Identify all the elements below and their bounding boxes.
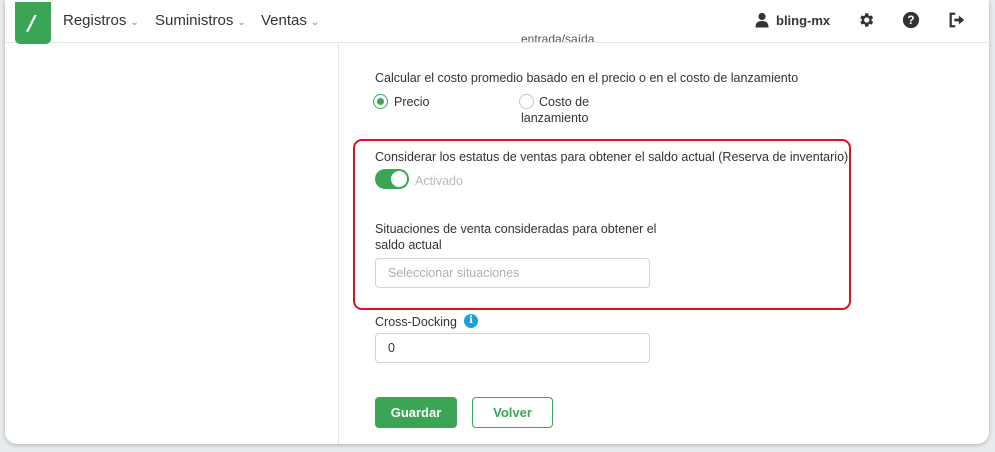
user-icon[interactable]	[755, 12, 769, 28]
nav-item-suministros[interactable]: Suministros ⌄	[155, 12, 246, 29]
situations-label-line2: saldo actual	[375, 238, 442, 252]
sales-status-toggle[interactable]	[375, 169, 409, 189]
username[interactable]: bling-mx	[776, 13, 830, 28]
svg-text:?: ?	[907, 14, 914, 27]
chevron-down-icon: ⌄	[130, 17, 139, 28]
sidebar-divider	[338, 42, 339, 444]
cross-docking-input[interactable]	[375, 333, 650, 363]
help-icon[interactable]: ?	[902, 11, 920, 29]
situations-select[interactable]	[375, 258, 650, 288]
app-window: / Registros ⌄ Suministros ⌄ Ventas ⌄ bling-…	[5, 0, 989, 444]
chevron-down-icon: ⌄	[237, 17, 246, 28]
nav-item-ventas[interactable]: Ventas ⌄	[261, 12, 319, 29]
radio-precio[interactable]	[373, 94, 388, 109]
nav-item-label: Suministros	[155, 12, 234, 29]
radio-costo-label-line2[interactable]: lanzamiento	[521, 111, 588, 125]
logout-icon[interactable]	[948, 11, 966, 29]
save-button[interactable]: Guardar	[375, 397, 457, 428]
top-navbar: / Registros ⌄ Suministros ⌄ Ventas ⌄ bling-…	[5, 0, 989, 44]
radio-costo-label-line1[interactable]: Costo de	[539, 95, 589, 109]
nav-item-label: Ventas	[261, 12, 307, 29]
info-icon[interactable]: i	[464, 314, 478, 328]
cut-off-text: entrada/saída	[521, 32, 595, 42]
radio-costo-lanzamiento[interactable]	[519, 94, 534, 109]
sales-status-label: Considerar los estatus de ventas para ob…	[375, 150, 849, 164]
cost-calc-label: Calcular el costo promedio basado en el …	[375, 71, 799, 85]
logo-mark-icon: /	[28, 11, 36, 35]
chevron-down-icon: ⌄	[310, 17, 320, 28]
radio-precio-label[interactable]: Precio	[394, 95, 429, 109]
situations-label-line1: Situaciones de venta consideradas para o…	[375, 222, 657, 236]
nav-item-label: Registros	[63, 12, 127, 29]
gear-icon[interactable]	[857, 11, 875, 29]
toggle-label: Activado	[415, 174, 463, 188]
cross-docking-label: Cross-Docking	[375, 315, 457, 329]
nav-item-registros[interactable]: Registros ⌄	[63, 12, 139, 29]
app-logo[interactable]: /	[15, 2, 51, 44]
back-button[interactable]: Volver	[472, 397, 553, 428]
